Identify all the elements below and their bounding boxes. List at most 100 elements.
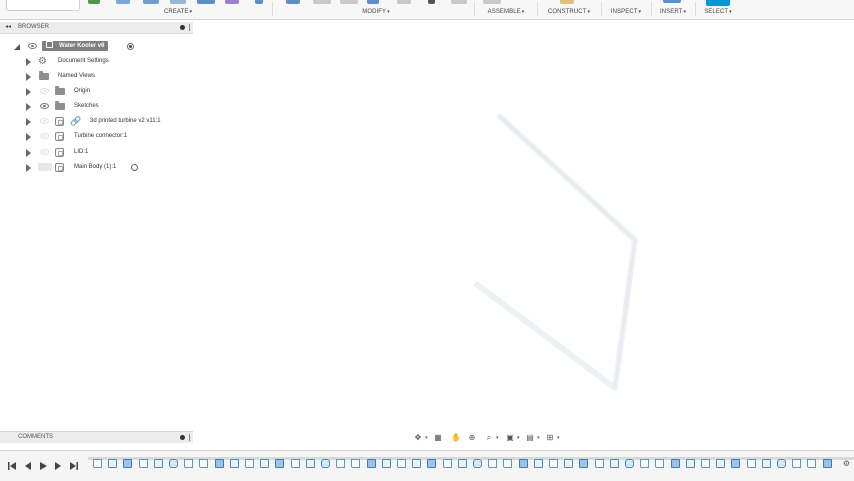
timeline-feature[interactable] (503, 459, 513, 468)
select-menu[interactable]: SELECT▾ (699, 9, 737, 17)
chevron-down-icon[interactable]: ▾ (557, 435, 560, 441)
expand-triangle-icon[interactable] (26, 103, 31, 111)
timeline-feature[interactable] (260, 459, 270, 468)
timeline-feature[interactable] (549, 459, 558, 468)
pan-icon[interactable]: ✋ (450, 432, 462, 443)
visibility-eye-icon[interactable] (40, 88, 49, 94)
timeline-feature[interactable] (412, 459, 422, 468)
timeline-feature[interactable] (655, 459, 665, 468)
timeline-feature[interactable] (366, 459, 376, 468)
visibility-eye-icon[interactable] (40, 103, 49, 109)
visibility-eye-icon[interactable] (40, 133, 49, 139)
timeline-feature[interactable] (138, 459, 148, 468)
zoom-icon[interactable]: ⊕ (466, 432, 478, 443)
new-sketch-icon[interactable] (88, 0, 100, 4)
expand-triangle-icon[interactable] (26, 149, 31, 157)
timeline-feature[interactable] (701, 459, 710, 468)
viewports-icon[interactable]: ⊞ (544, 432, 556, 443)
tree-root[interactable]: Water Kooler v6 (0, 41, 193, 53)
align-icon[interactable] (451, 0, 467, 4)
modify-menu[interactable]: MODIFY▾ (356, 9, 396, 17)
timeline-feature[interactable] (792, 459, 802, 468)
visibility-eye-icon[interactable] (40, 118, 49, 124)
tree-item-document-settings[interactable]: ⚙ Document Settings (0, 56, 193, 68)
model-outline[interactable] (465, 105, 645, 400)
timeline-feature[interactable] (442, 459, 452, 468)
fillet-icon[interactable] (313, 0, 331, 4)
step-forward-icon[interactable] (53, 461, 63, 471)
timeline-feature[interactable] (336, 459, 346, 468)
timeline-feature[interactable] (290, 459, 300, 468)
timeline-feature[interactable] (229, 459, 239, 468)
timeline-feature[interactable] (473, 459, 482, 468)
activate-radio[interactable] (131, 164, 138, 171)
go-to-start-icon[interactable] (7, 461, 17, 471)
move-icon[interactable] (428, 0, 435, 4)
timeline-feature[interactable] (214, 459, 224, 468)
timeline-feature[interactable] (609, 459, 619, 468)
timeline-feature[interactable] (533, 459, 543, 468)
new-component-icon[interactable] (483, 0, 501, 4)
grid-settings-icon[interactable]: ▤ (524, 432, 536, 443)
timeline-feature[interactable] (488, 459, 498, 468)
tree-item-lid[interactable]: LID:1 (0, 147, 193, 159)
timeline-feature[interactable] (518, 459, 528, 468)
tree-item-main-body[interactable]: Main Body (1):1 (0, 162, 193, 174)
tree-item-3d-printed-turbine[interactable]: 🔗 3d printed turbine v2 v11:1 (0, 116, 193, 128)
timeline-feature[interactable] (625, 459, 634, 468)
timeline-feature[interactable] (199, 459, 209, 468)
expand-triangle-icon[interactable] (26, 58, 31, 66)
activate-radio[interactable] (127, 43, 134, 50)
sweep-icon[interactable] (197, 0, 215, 4)
collapse-browser-button[interactable]: ◂◂ (5, 23, 11, 30)
browser-pin-icon[interactable] (180, 25, 185, 30)
timeline-feature[interactable] (822, 459, 832, 468)
shell-icon[interactable] (367, 0, 379, 4)
pattern-icon[interactable] (255, 0, 263, 4)
combine-icon[interactable] (397, 0, 411, 4)
timeline-feature[interactable] (731, 459, 741, 468)
create-form-icon[interactable] (116, 0, 130, 4)
document-tab[interactable] (6, 0, 80, 11)
timeline-feature[interactable] (427, 459, 437, 468)
select-icon[interactable] (706, 0, 730, 6)
timeline-feature[interactable] (169, 459, 178, 468)
browser-resize-handle[interactable] (189, 24, 190, 31)
chamfer-icon[interactable] (340, 0, 358, 4)
timeline-feature[interactable] (761, 459, 771, 468)
timeline-feature[interactable] (245, 459, 254, 468)
insert-icon[interactable] (663, 0, 681, 3)
visibility-eye-icon[interactable] (28, 43, 37, 49)
timeline-feature[interactable] (670, 459, 680, 468)
timeline-feature[interactable] (321, 459, 330, 468)
timeline-feature[interactable] (685, 459, 695, 468)
visibility-eye-icon[interactable] (40, 149, 49, 155)
display-settings-icon[interactable]: ▣ (504, 432, 516, 443)
expand-triangle-icon[interactable] (26, 164, 31, 172)
loft-icon[interactable] (225, 0, 239, 4)
look-at-icon[interactable]: ▦ (432, 432, 444, 443)
timeline-feature[interactable] (108, 459, 118, 468)
chevron-down-icon[interactable]: ▾ (517, 435, 520, 441)
timeline-feature[interactable] (579, 459, 589, 468)
timeline-feature[interactable] (275, 459, 285, 468)
revolve-icon[interactable] (170, 0, 186, 4)
tree-item-origin[interactable]: Origin (0, 86, 193, 98)
expand-triangle-icon[interactable] (26, 88, 31, 96)
timeline-feature[interactable] (381, 459, 391, 468)
expand-triangle-icon[interactable] (26, 118, 31, 126)
press-pull-icon[interactable] (286, 0, 300, 4)
collapse-triangle-icon[interactable] (14, 44, 20, 50)
tree-item-named-views[interactable]: Named Views (0, 71, 193, 83)
comments-pin-icon[interactable] (180, 435, 185, 440)
step-back-icon[interactable] (23, 461, 33, 471)
inspect-menu[interactable]: INSPECT▾ (605, 9, 647, 17)
timeline-feature[interactable] (457, 459, 467, 468)
chevron-down-icon[interactable]: ▾ (496, 435, 499, 441)
insert-menu[interactable]: INSERT▾ (655, 9, 691, 17)
timeline-feature[interactable] (777, 459, 786, 468)
timeline-feature[interactable] (93, 459, 102, 468)
timeline-feature[interactable] (807, 459, 817, 468)
go-to-end-icon[interactable] (69, 461, 79, 471)
timeline-feature[interactable] (123, 459, 133, 468)
